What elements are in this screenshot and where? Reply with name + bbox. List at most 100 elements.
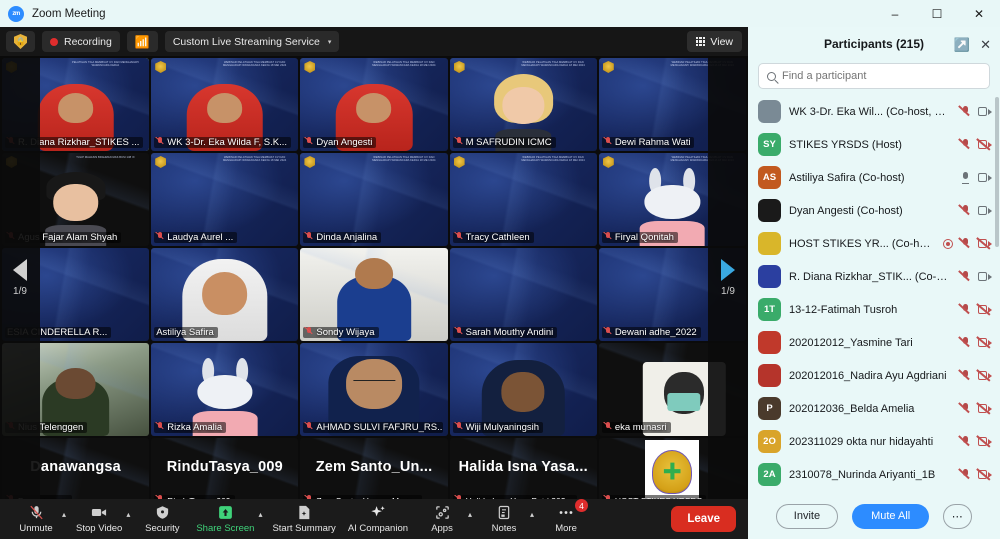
next-page-button[interactable]: 1/9 (708, 56, 748, 499)
participant-row[interactable]: P 202012036_Belda Amelia (748, 392, 1000, 425)
summary-icon (296, 504, 312, 521)
microphone-icon[interactable] (960, 171, 971, 185)
participant-row[interactable]: Dyan Angesti (Co-host) (748, 194, 1000, 227)
toolbar-apps-button[interactable]: Apps (414, 500, 470, 538)
participant-name-badge: Laudya Aurel ... (154, 232, 238, 243)
popout-icon[interactable]: ↗️ (954, 38, 970, 51)
video-tile[interactable]: WEBINAR PELATIHAN TIGA MEMBUAT CV DAN ME… (300, 153, 448, 246)
previous-page-button[interactable]: 1/9 (0, 56, 40, 499)
video-camera-icon[interactable] (978, 106, 992, 117)
participants-list[interactable]: WK 3-Dr. Eka Wil... (Co-host, me) SY STIKE… (748, 95, 1000, 493)
video-tile[interactable]: Sarah Mouthy Andini (449, 248, 597, 341)
participant-row[interactable]: HOST STIKES YR... (Co-host) (748, 227, 1000, 260)
video-off-icon[interactable] (978, 469, 992, 480)
minimize-button[interactable]: – (874, 0, 916, 27)
microphone-muted-icon (28, 504, 45, 521)
toolbar-unmute-button[interactable]: Unmute (8, 500, 64, 538)
close-window-button[interactable]: ✕ (958, 0, 1000, 27)
toolbar-start-summary-button[interactable]: Start Summary (266, 500, 341, 538)
microphone-muted-icon[interactable] (960, 237, 971, 250)
avatar-face (52, 183, 99, 221)
video-off-icon[interactable] (978, 304, 992, 315)
bunny-head-icon (197, 375, 253, 410)
participant-row[interactable]: 1T 13-12-Fatimah Tusroh (748, 293, 1000, 326)
microphone-muted-icon[interactable] (960, 105, 971, 118)
microphone-muted-icon (455, 232, 463, 243)
video-tile[interactable]: Sondy Wijaya (300, 248, 448, 341)
toolbar-notes-button[interactable]: Notes (476, 500, 532, 538)
shield-icon: 🔒 (14, 34, 27, 49)
maximize-button[interactable]: ☐ (916, 0, 958, 27)
slide-banner-text: WEBINAR PELATIHAN TIGA MEMBUAT CV DAN ME… (521, 156, 585, 163)
toolbar-share-screen-button[interactable]: Share Screen (190, 500, 260, 538)
video-tile-row: Nius Telenggen Rizka Amalia AHMAD SULVI FA… (0, 343, 748, 438)
microphone-muted-icon[interactable] (960, 468, 971, 481)
microphone-muted-icon[interactable] (960, 303, 971, 316)
participants-more-button[interactable]: ⋯ (943, 503, 973, 529)
video-off-icon[interactable] (978, 436, 992, 447)
view-button[interactable]: View (686, 31, 742, 52)
microphone-muted-icon[interactable] (960, 270, 971, 283)
toolbar-stop-video-button[interactable]: Stop Video (70, 500, 128, 538)
meeting-area: 🔒 Recording 📶 Custom Live Streaming Serv… (0, 27, 748, 539)
participant-row[interactable]: 202012012_Yasmine Tari (748, 326, 1000, 359)
participant-row[interactable]: WK 3-Dr. Eka Wil... (Co-host, me) (748, 95, 1000, 128)
video-off-icon[interactable] (978, 403, 992, 414)
participant-name-label: 2310078_Nurinda Ariyanti_1B (789, 468, 936, 481)
microphone-muted-icon (604, 327, 612, 338)
microphone-muted-icon (604, 137, 612, 148)
slide-banner-text: WEBINAR PELATIHAN TIGA MEMBUAT CV DAN ME… (372, 156, 436, 163)
toolbar-item-label: More (555, 523, 577, 534)
microphone-muted-icon[interactable] (960, 204, 971, 217)
video-tile[interactable]: WEBINAR PELATIHAN TIGA MEMBUAT CV DAN ME… (151, 153, 299, 246)
face-shape (57, 93, 94, 123)
search-participant-box[interactable] (758, 63, 990, 89)
participant-row[interactable]: 2A 2310078_Nurinda Ariyanti_1B (748, 458, 1000, 491)
video-tile[interactable]: WEBINAR PELATIHAN TIGA MEMBUAT CV DAN ME… (300, 58, 448, 151)
participant-row[interactable]: 202012016_Nadira Ayu Agdriani (748, 359, 1000, 392)
video-tile[interactable]: WEBINAR PELATIHAN TIGA MEMBUAT CV DAN ME… (151, 58, 299, 151)
microphone-muted-icon[interactable] (960, 336, 971, 349)
microphone-muted-icon[interactable] (960, 435, 971, 448)
participant-name-badge: Astiliya Safira (154, 327, 218, 338)
avatar (758, 232, 781, 255)
microphone-muted-icon[interactable] (960, 138, 971, 151)
participant-name-label: HOST STIKES YR... (Co-host) (789, 237, 935, 250)
toolbar-more-button[interactable]: More 4 (538, 499, 594, 538)
participant-row[interactable]: SY STIKES YRSDS (Host) (748, 128, 1000, 161)
leave-button[interactable]: Leave (671, 506, 736, 532)
video-tile[interactable]: Astiliya Safira (151, 248, 299, 341)
participant-row[interactable]: 2O 202311029 okta nur hidayahti (748, 425, 1000, 458)
video-off-icon[interactable] (978, 337, 992, 348)
video-tile[interactable]: Rizka Amalia (151, 343, 299, 436)
video-tile[interactable]: AHMAD SULVI FAFJRU_RS... (300, 343, 448, 436)
microphone-muted-icon[interactable] (960, 369, 971, 382)
video-off-icon[interactable] (978, 139, 992, 150)
video-off-icon[interactable] (978, 238, 992, 249)
live-streaming-service-selector[interactable]: Custom Live Streaming Service ▾ (164, 31, 340, 52)
video-tile[interactable]: WEBINAR PELATIHAN TIGA MEMBUAT CV DAN ME… (449, 153, 597, 246)
participant-status-icons (960, 336, 992, 349)
search-input[interactable] (782, 70, 981, 82)
participants-scrollbar[interactable] (995, 97, 999, 247)
microphone-muted-icon[interactable] (960, 402, 971, 415)
toolbar-security-button[interactable]: Security (134, 500, 190, 538)
participant-status-icons (960, 435, 992, 448)
video-tile[interactable]: WEBINAR PELATIHAN TIGA MEMBUAT CV DAN ME… (449, 58, 597, 151)
close-panel-icon[interactable]: ✕ (980, 38, 991, 51)
video-camera-icon[interactable] (978, 205, 992, 216)
avatar (758, 331, 781, 354)
encryption-status-button[interactable]: 🔒 (6, 31, 35, 52)
invite-button[interactable]: Invite (775, 503, 839, 529)
video-tile[interactable]: Wiji Mulyaningsih (449, 343, 597, 436)
recording-indicator[interactable]: Recording (42, 31, 120, 52)
video-camera-icon[interactable] (978, 271, 992, 282)
video-camera-icon[interactable] (978, 172, 992, 183)
participant-row[interactable]: R. Diana Rizkhar_STIK... (Co-host) (748, 260, 1000, 293)
toolbar-ai-companion-button[interactable]: AI Companion (342, 500, 414, 538)
mute-all-button[interactable]: Mute All (852, 503, 930, 529)
video-off-icon[interactable] (978, 370, 992, 381)
participant-row[interactable]: AS Astiliya Safira (Co-host) (748, 161, 1000, 194)
live-stream-status-button[interactable]: 📶 (126, 31, 158, 52)
shield-icon (155, 504, 170, 521)
